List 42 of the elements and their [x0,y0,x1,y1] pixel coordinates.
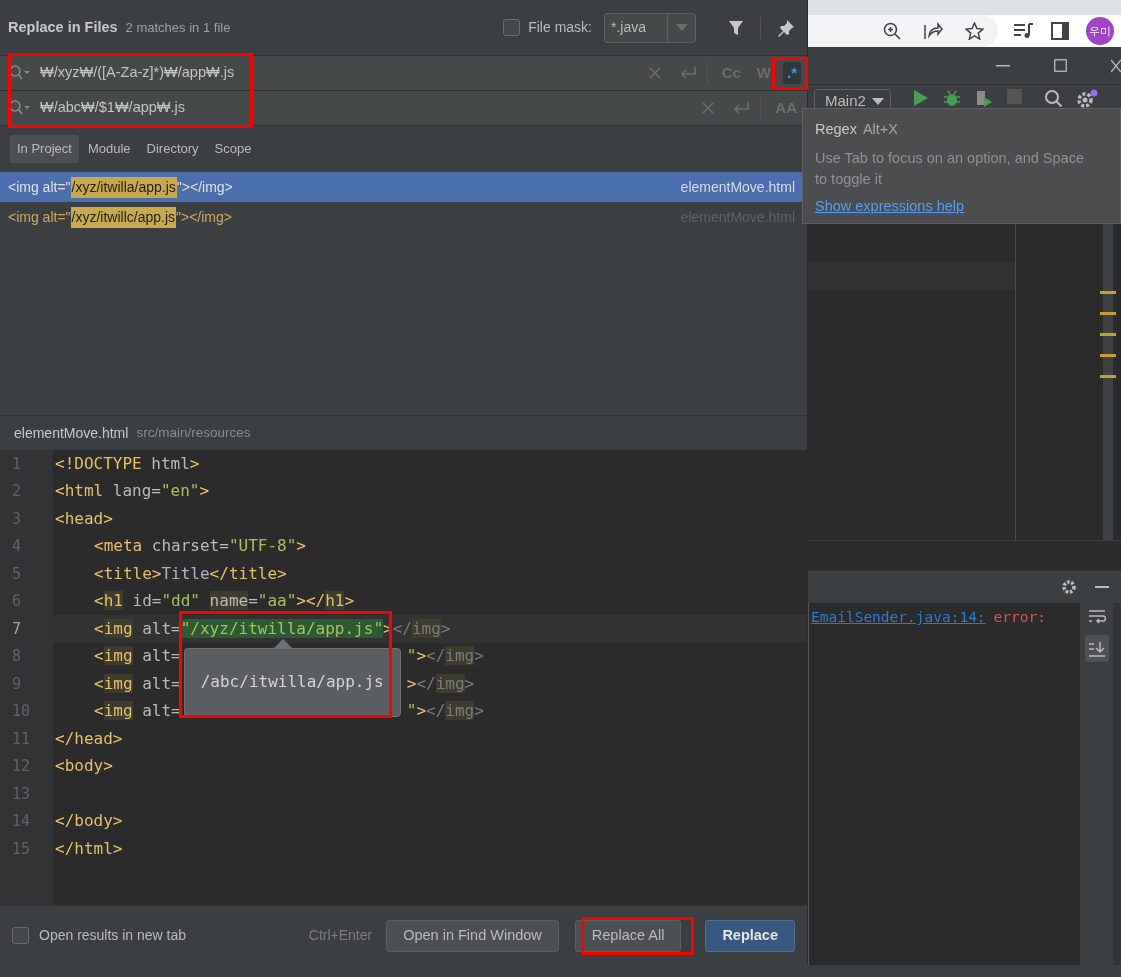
scope-tab[interactable]: In Project [10,135,79,163]
code-text: <img alt= [93,672,181,695]
code-line: <title>Title</title> [93,562,287,585]
dialog-title: Replace in Files [8,17,118,37]
code-text: <img alt= [93,645,181,668]
code-line: <!DOCTYPE html> [54,452,200,475]
code-line: </html> [54,837,123,860]
scope-tab[interactable]: Directory [139,135,206,163]
button[interactable]: Replace [705,919,795,952]
code-line: <html lang="en"> [54,480,210,503]
file-name: elementMove.html [14,423,129,443]
scope-tab[interactable]: Module [80,135,138,163]
scope-tab[interactable]: Scope [207,135,259,163]
match-summary: 2 matches in 1 file [125,18,231,37]
checkbox-label: Open results in new tab [39,926,187,945]
file-path: src/main/resources [136,423,251,442]
search-field[interactable]: ₩/xyz₩/([A-Za-z]*)₩/app₩.js [40,62,639,84]
code-text: "></img> [406,645,484,668]
error-text: error: [993,609,1046,625]
file-mask-combo[interactable]: *.java [604,12,696,43]
tooltip-title: Regex [815,121,857,137]
code-text: "></img> [406,700,484,723]
shortcut-text: Alt+X [862,121,898,137]
button[interactable]: Open in Find Window [386,919,559,952]
help-link[interactable]: Show expressions help [815,195,965,218]
code-line: <head> [54,507,113,530]
replacement-preview-popup: /abc/itwilla/app.js [183,638,401,717]
code-text: ></img> [406,672,476,695]
file-link[interactable]: EmailSender.java:14: [811,609,986,625]
option-toggle[interactable]: .* [783,62,801,84]
code-line: <body> [54,755,113,778]
tooltip-text: Use Tab to focus on an option, and Space to toggle it [815,148,1085,189]
code-line: </head> [54,727,123,750]
code-line: </body> [54,810,123,833]
avatar[interactable]: 우미 [1086,17,1114,45]
code-line: <h1 id="dd" name="aa"></h1> [93,590,355,613]
shortcut-hint: Ctrl+Enter [308,926,373,945]
code-line: <meta charset="UTF-8"> [93,535,306,558]
replace-field[interactable]: ₩/abc₩/$1₩/app₩.js [40,97,693,119]
code-text: <img alt= [93,700,181,723]
file-mask-label: File mask: [528,18,592,37]
button[interactable]: Replace All [574,919,682,952]
